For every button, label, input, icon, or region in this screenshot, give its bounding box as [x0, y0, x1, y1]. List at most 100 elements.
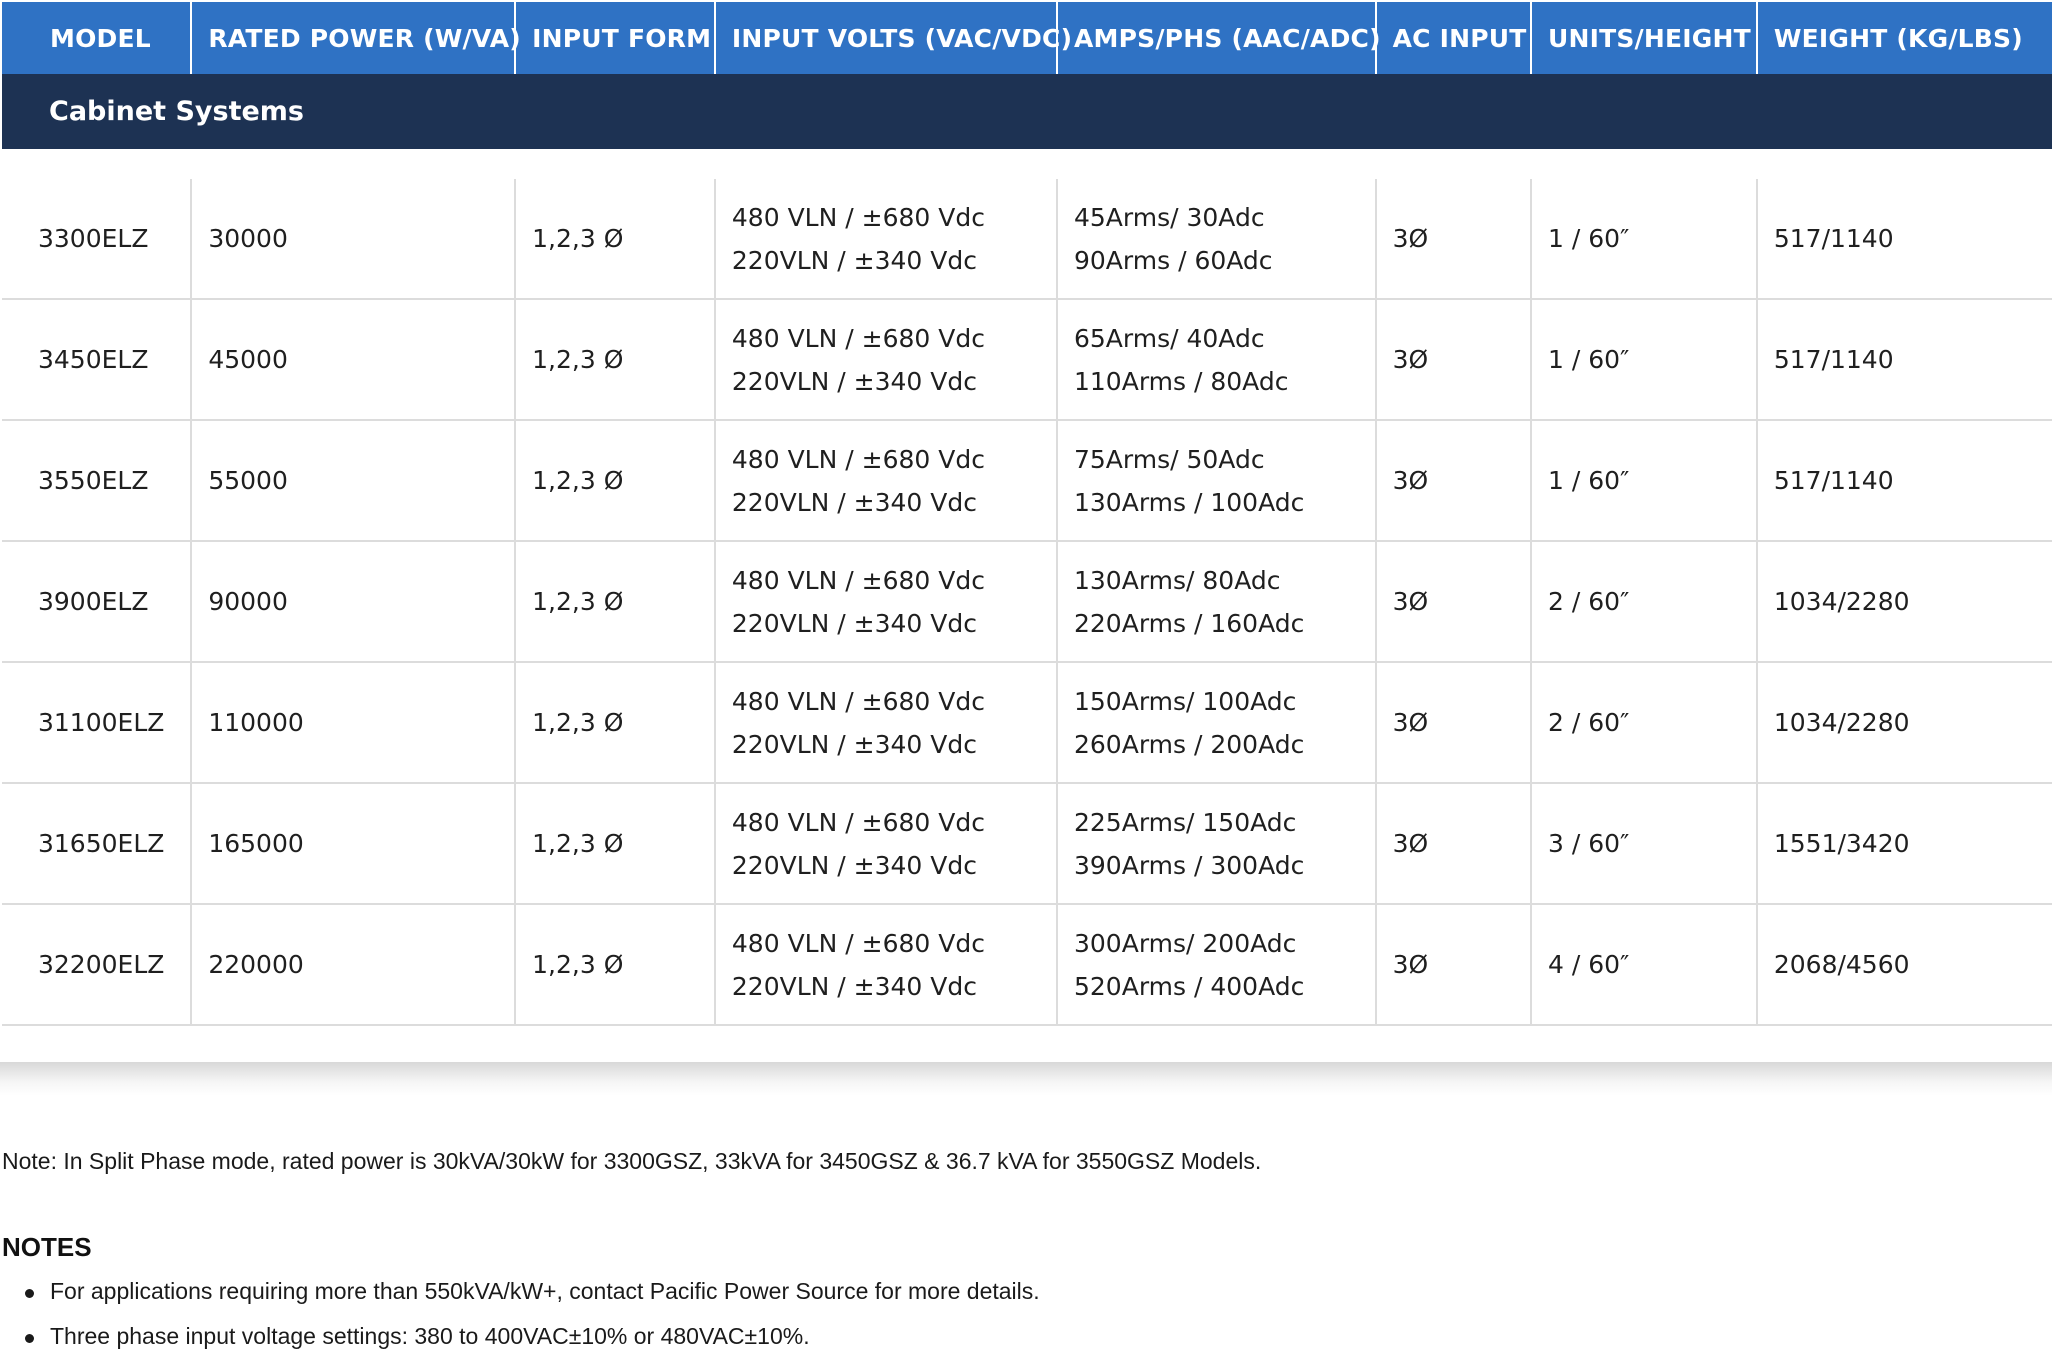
notes-list-item: For applications requiring more than 550…	[2, 1278, 1040, 1323]
cell-units-height: 1 / 60″	[1530, 420, 1758, 542]
cell-amps-phs: 75Arms/ 50Adc 130Arms / 100Adc	[1057, 420, 1377, 542]
cell-rated-power: 165000	[191, 783, 517, 905]
col-header-input-volts: INPUT VOLTS (VAC/VDC)	[714, 2, 1072, 74]
cell-input-volts-line-2: 220VLN / ±340 Vdc	[731, 366, 977, 396]
cell-amps-phs: 65Arms/ 40Adc 110Arms / 80Adc	[1057, 299, 1377, 421]
cell-input-volts: 480 VLN / ±680 Vdc 220VLN / ±340 Vdc	[714, 541, 1059, 663]
cell-input-volts: 480 VLN / ±680 Vdc 220VLN / ±340 Vdc	[714, 904, 1059, 1026]
notes-list-item: Three phase input voltage settings: 380 …	[2, 1323, 1040, 1368]
split-phase-note: Note: In Split Phase mode, rated power i…	[2, 1148, 1262, 1174]
cell-input-form: 1,2,3 Ø	[515, 904, 716, 1026]
col-header-input-form: INPUT FORM	[515, 2, 716, 74]
header-row: MODEL RATED POWER (W/VA) INPUT FORM INPU…	[2, 2, 2052, 74]
cell-rated-power: 220000	[191, 904, 517, 1026]
table-shadow	[0, 1062, 2052, 1096]
cell-rated-power: 90000	[191, 541, 517, 663]
col-header-units-height: UNITS/HEIGHT	[1530, 2, 1758, 74]
cell-amps-phs-line-2: 260Arms / 200Adc	[1074, 729, 1305, 759]
cell-amps-phs: 130Arms/ 80Adc 220Arms / 160Adc	[1057, 541, 1377, 663]
cell-amps-phs-line-1: 130Arms/ 80Adc	[1074, 565, 1281, 595]
cell-input-volts-line-2: 220VLN / ±340 Vdc	[731, 850, 977, 880]
cell-ac-input: 3Ø	[1375, 420, 1532, 542]
cell-amps-phs-line-1: 75Arms/ 50Adc	[1074, 444, 1265, 474]
cell-model: 32200ELZ	[2, 904, 193, 1026]
cell-input-form: 1,2,3 Ø	[515, 541, 716, 663]
cell-rated-power: 55000	[191, 420, 517, 542]
cell-ac-input: 3Ø	[1375, 299, 1532, 421]
cell-ac-input: 3Ø	[1375, 662, 1532, 784]
cell-units-height: 3 / 60″	[1530, 783, 1758, 905]
cell-model: 3900ELZ	[2, 541, 193, 663]
cell-input-volts-line-1: 480 VLN / ±680 Vdc	[731, 928, 985, 958]
spacer-row	[2, 149, 2052, 179]
cell-weight: 517/1140	[1756, 299, 2052, 421]
cell-model: 31650ELZ	[2, 783, 193, 905]
cell-units-height: 2 / 60″	[1530, 662, 1758, 784]
cell-input-volts-line-1: 480 VLN / ±680 Vdc	[731, 807, 985, 837]
table-row: 32200ELZ 220000 1,2,3 Ø 480 VLN / ±680 Vdc 2…	[2, 904, 2052, 1026]
cell-units-height: 4 / 60″	[1530, 904, 1758, 1026]
cell-input-volts-line-2: 220VLN / ±340 Vdc	[731, 245, 977, 275]
col-header-rated-power: RATED POWER (W/VA)	[191, 2, 521, 74]
cell-amps-phs-line-1: 300Arms/ 200Adc	[1074, 928, 1297, 958]
col-header-weight: WEIGHT (KG/LBS)	[1756, 2, 2052, 74]
cell-amps-phs: 300Arms/ 200Adc 520Arms / 400Adc	[1057, 904, 1377, 1026]
cell-input-volts-line-1: 480 VLN / ±680 Vdc	[731, 444, 985, 474]
bullet-icon	[25, 1289, 34, 1298]
cell-input-form: 1,2,3 Ø	[515, 179, 716, 300]
col-header-amps-phs: AMPS/PHS (AAC/ADC)	[1057, 2, 1381, 74]
group-row: Cabinet Systems	[2, 74, 2052, 149]
cell-model: 3300ELZ	[2, 179, 193, 300]
cell-input-volts-line-2: 220VLN / ±340 Vdc	[731, 608, 977, 638]
cell-input-form: 1,2,3 Ø	[515, 783, 716, 905]
table-row: 3300ELZ 30000 1,2,3 Ø 480 VLN / ±680 Vdc 220…	[2, 179, 2052, 300]
cell-amps-phs-line-2: 130Arms / 100Adc	[1074, 487, 1305, 517]
table-row: 3550ELZ 55000 1,2,3 Ø 480 VLN / ±680 Vdc 220…	[2, 420, 2052, 542]
cell-input-volts-line-2: 220VLN / ±340 Vdc	[731, 971, 977, 1001]
cell-units-height: 1 / 60″	[1530, 299, 1758, 421]
cell-input-volts-line-2: 220VLN / ±340 Vdc	[731, 487, 977, 517]
cell-model: 31100ELZ	[2, 662, 193, 784]
cell-amps-phs: 150Arms/ 100Adc 260Arms / 200Adc	[1057, 662, 1377, 784]
cell-weight: 2068/4560	[1756, 904, 2052, 1026]
notes-heading: NOTES	[2, 1232, 92, 1262]
cell-ac-input: 3Ø	[1375, 179, 1532, 300]
cell-model: 3550ELZ	[2, 420, 193, 542]
cell-amps-phs-line-1: 150Arms/ 100Adc	[1074, 686, 1297, 716]
notes-list: For applications requiring more than 550…	[2, 1278, 1040, 1368]
cell-input-volts-line-1: 480 VLN / ±680 Vdc	[731, 323, 985, 353]
cell-amps-phs-line-1: 225Arms/ 150Adc	[1074, 807, 1297, 837]
cell-units-height: 1 / 60″	[1530, 179, 1758, 300]
notes-item-text: For applications requiring more than 550…	[50, 1278, 1040, 1304]
cell-input-form: 1,2,3 Ø	[515, 420, 716, 542]
table-row: 31100ELZ 110000 1,2,3 Ø 480 VLN / ±680 Vdc 2…	[2, 662, 2052, 784]
cell-input-volts-line-1: 480 VLN / ±680 Vdc	[731, 565, 985, 595]
cell-ac-input: 3Ø	[1375, 904, 1532, 1026]
cell-model: 3450ELZ	[2, 299, 193, 421]
cell-amps-phs: 225Arms/ 150Adc 390Arms / 300Adc	[1057, 783, 1377, 905]
table-row: 31650ELZ 165000 1,2,3 Ø 480 VLN / ±680 Vdc 2…	[2, 783, 2052, 905]
cell-units-height: 2 / 60″	[1530, 541, 1758, 663]
cell-input-volts: 480 VLN / ±680 Vdc 220VLN / ±340 Vdc	[714, 662, 1059, 784]
col-header-ac-input: AC INPUT	[1375, 2, 1532, 74]
cell-rated-power: 45000	[191, 299, 517, 421]
cell-input-volts-line-1: 480 VLN / ±680 Vdc	[731, 686, 985, 716]
cell-input-volts: 480 VLN / ±680 Vdc 220VLN / ±340 Vdc	[714, 783, 1059, 905]
cell-weight: 517/1140	[1756, 420, 2052, 542]
cell-amps-phs-line-2: 390Arms / 300Adc	[1074, 850, 1305, 880]
cell-weight: 1034/2280	[1756, 541, 2052, 663]
cell-input-volts-line-2: 220VLN / ±340 Vdc	[731, 729, 977, 759]
cell-rated-power: 30000	[191, 179, 517, 300]
cell-amps-phs-line-2: 220Arms / 160Adc	[1074, 608, 1305, 638]
cell-input-volts-line-1: 480 VLN / ±680 Vdc	[731, 202, 985, 232]
cell-rated-power: 110000	[191, 662, 517, 784]
table-row: 3900ELZ 90000 1,2,3 Ø 480 VLN / ±680 Vdc 220…	[2, 541, 2052, 663]
cell-weight: 517/1140	[1756, 179, 2052, 300]
cell-ac-input: 3Ø	[1375, 541, 1532, 663]
cell-weight: 1551/3420	[1756, 783, 2052, 905]
group-label: Cabinet Systems	[2, 74, 2052, 149]
cell-ac-input: 3Ø	[1375, 783, 1532, 905]
col-header-model: MODEL	[2, 2, 193, 74]
cell-amps-phs-line-2: 520Arms / 400Adc	[1074, 971, 1305, 1001]
cell-amps-phs-line-2: 90Arms / 60Adc	[1074, 245, 1273, 275]
